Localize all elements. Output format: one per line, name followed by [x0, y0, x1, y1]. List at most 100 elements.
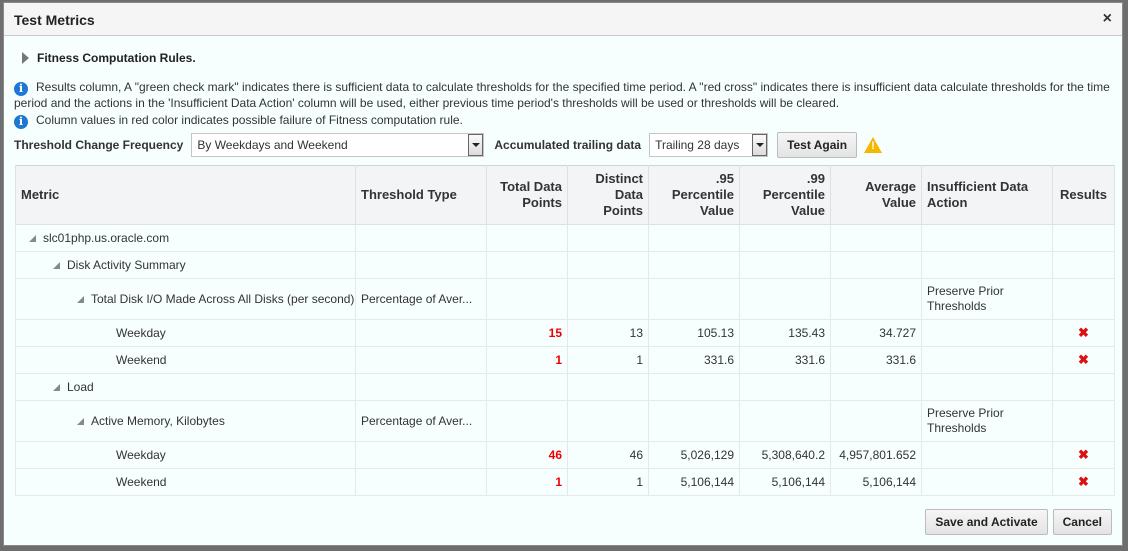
metric-name: Weekend: [116, 353, 167, 367]
total-data-points-cell: [486, 373, 568, 401]
total-data-points-cell: 15: [486, 319, 568, 347]
table-header-row: Metric Threshold Type Total Data Points …: [15, 165, 1115, 225]
average-cell: 331.6: [830, 346, 922, 374]
trailing-value: Trailing 28 days: [655, 138, 740, 152]
collapse-triangle-icon[interactable]: [53, 262, 60, 269]
header-metric[interactable]: Metric: [15, 165, 356, 225]
header-p95[interactable]: .95 Percentile Value: [648, 165, 740, 225]
table-row[interactable]: Disk Activity Summary: [15, 251, 1115, 279]
table-row[interactable]: slc01php.us.oracle.com: [15, 224, 1115, 252]
table-row[interactable]: Load: [15, 373, 1115, 401]
distinct-data-points-cell: 1: [567, 346, 649, 374]
average-cell: 34.727: [830, 319, 922, 347]
table-row[interactable]: Weekday 46 46 5,026,129 5,308,640.2 4,95…: [15, 441, 1115, 469]
header-results[interactable]: Results: [1052, 165, 1115, 225]
metric-cell: Weekend: [15, 346, 356, 374]
metric-name: Active Memory, Kilobytes: [91, 414, 225, 428]
threshold-type-cell: [355, 346, 487, 374]
result-cell: [1052, 373, 1115, 401]
header-distinct-data-points[interactable]: Distinct Data Points: [567, 165, 649, 225]
frequency-value: By Weekdays and Weekend: [197, 138, 348, 152]
table-row[interactable]: Total Disk I/O Made Across All Disks (pe…: [15, 278, 1115, 320]
total-data-points-cell: 46: [486, 441, 568, 469]
metric-name: slc01php.us.oracle.com: [43, 231, 170, 245]
distinct-data-points-cell: [567, 251, 649, 279]
p95-cell: 5,106,144: [648, 468, 740, 496]
average-cell: [830, 278, 922, 320]
result-cell: [1052, 251, 1115, 279]
header-p99[interactable]: .99 Percentile Value: [739, 165, 831, 225]
distinct-data-points-cell: 13: [567, 319, 649, 347]
table-row[interactable]: Weekend 1 1 5,106,144 5,106,144 5,106,14…: [15, 468, 1115, 496]
info-red-values: i Column values in red color indicates po…: [14, 113, 1114, 129]
cancel-button[interactable]: Cancel: [1052, 509, 1112, 535]
test-again-button[interactable]: Test Again: [777, 132, 858, 158]
insufficient-action-cell: [921, 346, 1053, 374]
metric-name: Disk Activity Summary: [67, 258, 186, 272]
threshold-type-cell: Percentage of Aver...: [355, 278, 487, 320]
insufficient-action-cell: [921, 468, 1053, 496]
metrics-table: Metric Threshold Type Total Data Points …: [15, 165, 1115, 496]
info-text: Results column, A "green check mark" ind…: [14, 80, 1110, 110]
p99-cell: 5,308,640.2: [739, 441, 831, 469]
average-cell: 4,957,801.652: [830, 441, 922, 469]
metric-name: Weekday: [116, 448, 166, 462]
metric-name: Load: [67, 380, 94, 394]
expand-triangle-icon: [22, 52, 29, 64]
result-cell: ✖: [1052, 346, 1115, 374]
red-cross-icon: ✖: [1078, 352, 1089, 367]
info-text: Column values in red color indicates pos…: [36, 113, 463, 127]
red-cross-icon: ✖: [1078, 447, 1089, 462]
insufficient-action-cell: Preserve Prior Thresholds: [921, 400, 1053, 442]
info-icon: i: [14, 82, 28, 96]
insufficient-action-cell: [921, 373, 1053, 401]
header-average[interactable]: Average Value: [830, 165, 922, 225]
average-cell: [830, 251, 922, 279]
p99-cell: [739, 251, 831, 279]
total-data-points-cell: [486, 224, 568, 252]
insufficient-action-cell: [921, 224, 1053, 252]
info-results-column: i Results column, A "green check mark" in…: [14, 80, 1114, 111]
p95-cell: [648, 251, 740, 279]
total-data-points-cell: [486, 400, 568, 442]
threshold-type-cell: [355, 373, 487, 401]
p95-cell: [648, 373, 740, 401]
threshold-type-cell: [355, 251, 487, 279]
average-cell: [830, 400, 922, 442]
save-and-activate-button[interactable]: Save and Activate: [925, 509, 1048, 535]
collapse-triangle-icon[interactable]: [77, 418, 84, 425]
result-cell: ✖: [1052, 441, 1115, 469]
frequency-dropdown-button[interactable]: [468, 134, 484, 156]
frequency-select[interactable]: By Weekdays and Weekend: [191, 133, 485, 157]
table-row[interactable]: Weekend 1 1 331.6 331.6 331.6 ✖: [15, 346, 1115, 374]
p99-cell: 5,106,144: [739, 468, 831, 496]
trailing-label: Accumulated trailing data: [494, 138, 642, 152]
chevron-down-icon: [755, 143, 764, 147]
table-row[interactable]: Active Memory, Kilobytes Percentage of A…: [15, 400, 1115, 442]
info-icon: i: [14, 115, 28, 129]
table-row[interactable]: Weekday 15 13 105.13 135.43 34.727 ✖: [15, 319, 1115, 347]
collapse-triangle-icon[interactable]: [77, 296, 84, 303]
threshold-type-cell: [355, 441, 487, 469]
average-cell: [830, 373, 922, 401]
distinct-data-points-cell: [567, 278, 649, 320]
trailing-select[interactable]: Trailing 28 days: [649, 133, 769, 157]
collapse-triangle-icon[interactable]: [53, 384, 60, 391]
result-cell: [1052, 224, 1115, 252]
collapse-triangle-icon[interactable]: [29, 235, 36, 242]
metric-cell: Disk Activity Summary: [15, 251, 356, 279]
header-total-data-points[interactable]: Total Data Points: [486, 165, 568, 225]
total-data-points-cell: 1: [486, 346, 568, 374]
trailing-dropdown-button[interactable]: [752, 134, 768, 156]
insufficient-action-cell: [921, 251, 1053, 279]
p95-cell: 105.13: [648, 319, 740, 347]
header-threshold-type[interactable]: Threshold Type: [355, 165, 487, 225]
fitness-rules-disclosure[interactable]: Fitness Computation Rules.: [22, 51, 196, 65]
total-data-points-cell: [486, 251, 568, 279]
dialog-title: Test Metrics: [14, 12, 95, 28]
total-data-points-cell: 1: [486, 468, 568, 496]
header-insufficient-action[interactable]: Insufficient Data Action: [921, 165, 1053, 225]
dialog-footer: Save and Activate Cancel: [925, 509, 1112, 535]
close-icon[interactable]: ×: [1103, 11, 1112, 27]
threshold-type-cell: [355, 468, 487, 496]
